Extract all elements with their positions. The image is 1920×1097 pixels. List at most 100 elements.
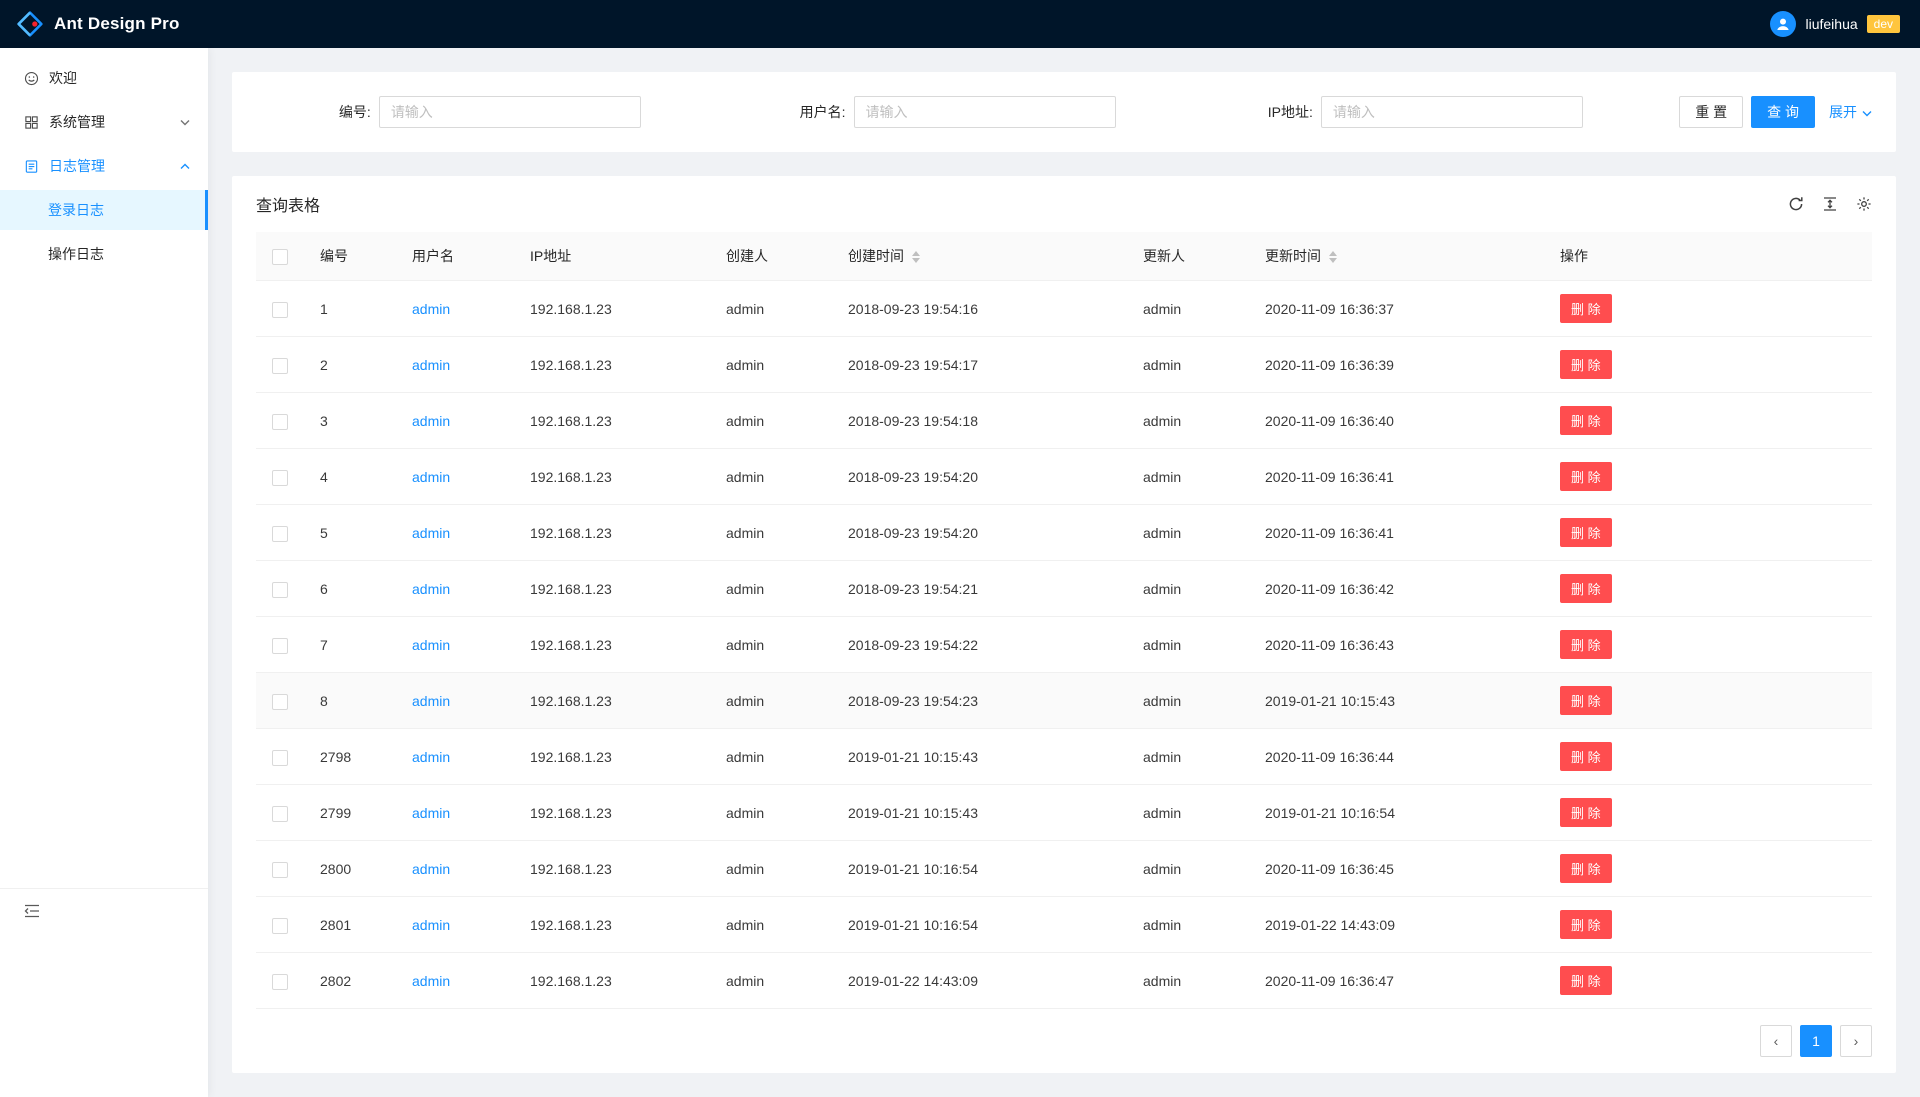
cell-creator: admin [710,841,832,897]
delete-button[interactable]: 删 除 [1560,910,1612,939]
table-row: 5 admin 192.168.1.23 admin 2018-09-23 19… [256,505,1872,561]
delete-button[interactable]: 删 除 [1560,574,1612,603]
username-link[interactable]: admin [412,581,450,597]
filter-label-ip: IP地址: [1268,102,1313,122]
username-link[interactable]: admin [412,525,450,541]
delete-button[interactable]: 删 除 [1560,462,1612,491]
delete-button[interactable]: 删 除 [1560,966,1612,995]
sort-control[interactable] [912,251,920,263]
expand-toggle[interactable]: 展开 [1829,102,1872,122]
cell-username: admin [396,785,514,841]
cell-updated-time: 2020-11-09 16:36:42 [1249,561,1544,617]
ip-input[interactable] [1321,96,1583,128]
id-input[interactable] [379,96,641,128]
density-icon[interactable] [1822,196,1838,212]
row-checkbox[interactable] [272,638,288,654]
column-setting-icon[interactable] [1856,196,1872,212]
username-link[interactable]: admin [412,693,450,709]
chevron-down-icon [180,119,190,126]
cell-id: 1 [304,281,396,337]
query-button[interactable]: 查 询 [1751,96,1815,128]
row-checkbox[interactable] [272,414,288,430]
row-checkbox[interactable] [272,918,288,934]
delete-button[interactable]: 删 除 [1560,798,1612,827]
app-logo[interactable]: Ant Design Pro [16,10,180,38]
delete-button[interactable]: 删 除 [1560,518,1612,547]
sort-asc-icon [912,251,920,256]
next-page-button[interactable]: › [1840,1025,1872,1057]
sidebar-item-label: 日志管理 [49,156,105,176]
cell-actions: 删 除 [1544,729,1872,785]
cell-username: admin [396,729,514,785]
table-card: 查询表格 [232,176,1896,1073]
delete-button[interactable]: 删 除 [1560,686,1612,715]
username-link[interactable]: admin [412,357,450,373]
username-link[interactable]: admin [412,805,450,821]
username-link[interactable]: admin [412,749,450,765]
row-checkbox[interactable] [272,806,288,822]
cell-created-time: 2019-01-21 10:15:43 [832,785,1127,841]
menu-fold-icon[interactable] [24,904,40,918]
username-link[interactable]: admin [412,413,450,429]
cell-updated-time: 2020-11-09 16:36:41 [1249,449,1544,505]
sidebar-item-login-log[interactable]: 登录日志 [0,190,208,230]
table-row: 4 admin 192.168.1.23 admin 2018-09-23 19… [256,449,1872,505]
row-checkbox[interactable] [272,302,288,318]
cell-updater: admin [1127,617,1249,673]
delete-button[interactable]: 删 除 [1560,294,1612,323]
cell-updater: admin [1127,953,1249,1009]
row-checkbox[interactable] [272,750,288,766]
delete-button[interactable]: 删 除 [1560,406,1612,435]
row-checkbox[interactable] [272,526,288,542]
filter-card: 编号: 用户名: IP地址: 重 置 查 询 展开 [232,72,1896,152]
page-button-active[interactable]: 1 [1800,1025,1832,1057]
row-checkbox[interactable] [272,694,288,710]
cell-updater: admin [1127,393,1249,449]
username-link[interactable]: admin [412,637,450,653]
reload-icon[interactable] [1788,196,1804,212]
cell-creator: admin [710,953,832,1009]
username-link[interactable]: admin [412,973,450,989]
delete-button[interactable]: 删 除 [1560,742,1612,771]
filter-field-ip: IP地址: [1191,96,1659,128]
table-row: 6 admin 192.168.1.23 admin 2018-09-23 19… [256,561,1872,617]
select-all-checkbox[interactable] [272,249,288,265]
sidebar-item-welcome[interactable]: 欢迎 [0,58,208,98]
username-link[interactable]: admin [412,861,450,877]
username-link[interactable]: admin [412,469,450,485]
user-avatar[interactable] [1770,11,1796,37]
delete-button[interactable]: 删 除 [1560,854,1612,883]
prev-page-button[interactable]: ‹ [1760,1025,1792,1057]
column-header-updated: 更新时间 [1249,232,1544,281]
row-checkbox[interactable] [272,582,288,598]
sidebar-item-log-management[interactable]: 日志管理 [0,146,208,186]
body-row: 欢迎 系统管理 [0,48,1920,1097]
sidebar-item-system-management[interactable]: 系统管理 [0,102,208,142]
username-input[interactable] [854,96,1116,128]
chevron-up-icon [180,163,190,170]
row-checkbox[interactable] [272,974,288,990]
appstore-icon [24,115,39,130]
sort-control[interactable] [1329,251,1337,263]
cell-actions: 删 除 [1544,673,1872,729]
cell-updater: admin [1127,841,1249,897]
column-header-creator: 创建人 [710,232,832,281]
cell-updated-time: 2019-01-21 10:16:54 [1249,785,1544,841]
delete-button[interactable]: 删 除 [1560,630,1612,659]
cell-username: admin [396,281,514,337]
username-link[interactable]: admin [412,301,450,317]
cell-created-time: 2018-09-23 19:54:18 [832,393,1127,449]
row-checkbox[interactable] [272,862,288,878]
filter-label-id: 编号: [339,102,371,122]
reset-button[interactable]: 重 置 [1679,96,1743,128]
delete-button[interactable]: 删 除 [1560,350,1612,379]
username-link[interactable]: admin [412,917,450,933]
sidebar-item-label: 系统管理 [49,112,105,132]
cell-username: admin [396,561,514,617]
user-menu[interactable]: liufeihua dev [1770,11,1900,37]
cell-creator: admin [710,785,832,841]
row-checkbox[interactable] [272,358,288,374]
cell-ip: 192.168.1.23 [514,449,710,505]
row-checkbox[interactable] [272,470,288,486]
sidebar-item-operation-log[interactable]: 操作日志 [0,234,208,274]
